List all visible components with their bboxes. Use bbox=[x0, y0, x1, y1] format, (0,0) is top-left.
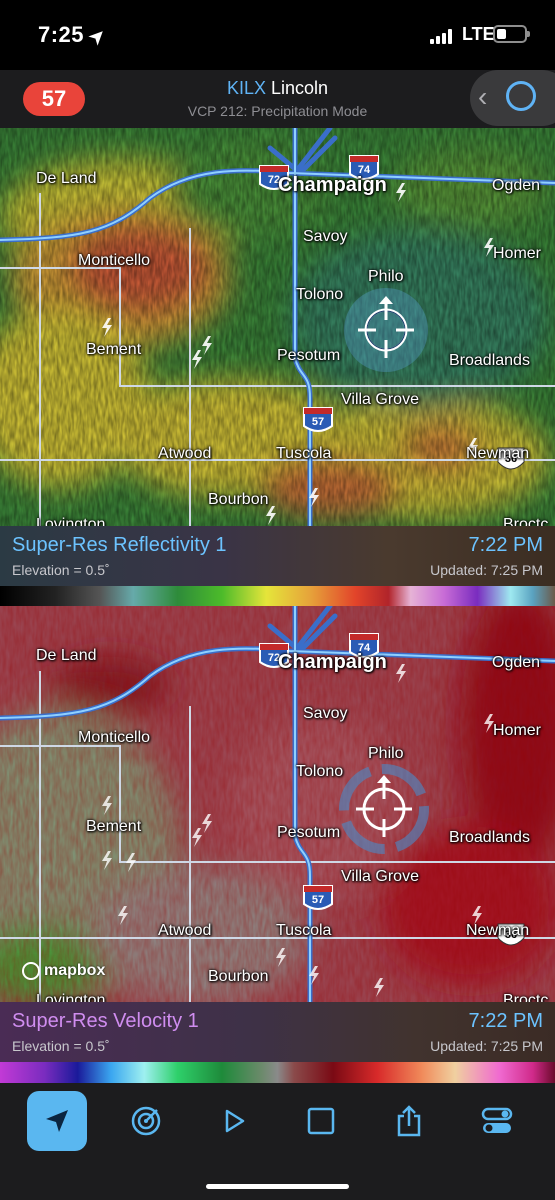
radar-header: 57 KILX Lincoln VCP 212: Precipitation M… bbox=[0, 70, 555, 128]
city-label: Savoy bbox=[303, 228, 348, 245]
chevron-left-icon[interactable]: ‹ bbox=[478, 81, 487, 113]
status-bar: 7:25➤ LTE bbox=[0, 0, 555, 70]
elevation-text: Elevation = 0.5˚ bbox=[12, 562, 110, 578]
home-indicator[interactable] bbox=[206, 1184, 349, 1189]
city-label: Tolono bbox=[296, 763, 344, 780]
city-label: Champaign bbox=[278, 174, 387, 196]
reflectivity-color-scale bbox=[0, 586, 555, 606]
city-label: Bourbon bbox=[208, 968, 269, 985]
scan-time: 7:22 PM bbox=[468, 534, 543, 556]
location-arrow-icon: ➤ bbox=[84, 23, 111, 49]
city-label: Atwood bbox=[158, 445, 212, 462]
square-icon bbox=[307, 1107, 335, 1135]
station-name: Lincoln bbox=[271, 78, 329, 98]
city-label: Broctc bbox=[503, 516, 549, 526]
city-label: Broadlands bbox=[449, 829, 530, 846]
share-icon bbox=[397, 1105, 421, 1137]
city-label: De Land bbox=[36, 647, 97, 664]
city-label: Pesotum bbox=[277, 347, 341, 364]
bottom-toolbar bbox=[0, 1083, 555, 1200]
city-label: Ogden bbox=[492, 654, 541, 671]
station-code: KILX bbox=[226, 78, 266, 98]
updated-text: Updated: 7:25 PM bbox=[430, 562, 543, 578]
city-label: Philo bbox=[368, 745, 404, 762]
city-label: Monticello bbox=[78, 252, 151, 269]
elevation-text: Elevation = 0.5˚ bbox=[12, 1038, 110, 1054]
battery-icon bbox=[493, 25, 530, 43]
radar-site-marker[interactable] bbox=[344, 288, 428, 372]
play-button[interactable] bbox=[204, 1091, 264, 1151]
i57-text: 57 bbox=[312, 416, 324, 428]
city-label: Tuscola bbox=[276, 922, 332, 939]
network-type: LTE bbox=[462, 24, 495, 44]
velocity-color-scale bbox=[0, 1062, 555, 1083]
station-nav-pill[interactable]: ‹ bbox=[470, 70, 555, 126]
interstate-57-shield: 57 bbox=[303, 407, 333, 432]
radar-sweep-button[interactable] bbox=[116, 1091, 176, 1151]
i57-text: 57 bbox=[312, 894, 324, 906]
city-label: Tolono bbox=[296, 286, 344, 303]
city-label: Homer bbox=[493, 722, 542, 739]
radar-sweep-icon bbox=[131, 1106, 161, 1136]
mapbox-logo-icon bbox=[22, 962, 40, 980]
product-title[interactable]: Super-Res Reflectivity 1 bbox=[12, 534, 227, 557]
city-label: Lovington bbox=[36, 516, 106, 526]
mapbox-text: mapbox bbox=[44, 962, 106, 979]
status-time: 7:25➤ bbox=[38, 22, 110, 49]
city-label: Atwood bbox=[158, 922, 212, 939]
city-label: Newman bbox=[466, 922, 530, 939]
share-button[interactable] bbox=[379, 1091, 439, 1151]
product-title[interactable]: Super-Res Velocity 1 bbox=[12, 1010, 199, 1033]
play-icon bbox=[225, 1109, 245, 1133]
velocity-info-bar[interactable]: Super-Res Velocity 1 7:22 PM Elevation =… bbox=[0, 1002, 555, 1062]
city-label: De Land bbox=[36, 170, 97, 187]
city-label: Broctc bbox=[503, 992, 549, 1002]
updated-text: Updated: 7:25 PM bbox=[430, 1038, 543, 1054]
city-label: Monticello bbox=[78, 729, 151, 746]
reflectivity-info-bar[interactable]: Super-Res Reflectivity 1 7:22 PM Elevati… bbox=[0, 526, 555, 586]
scan-time: 7:22 PM bbox=[468, 1010, 543, 1032]
city-label: Champaign bbox=[278, 651, 387, 673]
city-label: Broadlands bbox=[449, 352, 530, 369]
city-label: Pesotum bbox=[277, 824, 341, 841]
clock-text: 7:25 bbox=[38, 22, 85, 47]
city-label: Lovington bbox=[36, 992, 106, 1002]
city-label: Savoy bbox=[303, 705, 348, 722]
mapbox-attribution[interactable]: mapbox bbox=[22, 962, 105, 980]
city-label: Newman bbox=[466, 445, 530, 462]
velocity-map[interactable]: 72 74 57 36 De Land Champaign Ogden Savo… bbox=[0, 606, 555, 1002]
toggles-icon bbox=[481, 1107, 513, 1133]
city-label: Ogden bbox=[492, 177, 541, 194]
station-select-icon[interactable] bbox=[506, 81, 536, 111]
city-label: Philo bbox=[368, 268, 404, 285]
signal-icon bbox=[430, 28, 456, 44]
city-label: Tuscola bbox=[276, 445, 332, 462]
layer-square-button[interactable] bbox=[291, 1091, 351, 1151]
city-label: Bement bbox=[86, 818, 142, 835]
location-arrow-icon bbox=[46, 1110, 68, 1132]
settings-toggle-button[interactable] bbox=[467, 1091, 527, 1151]
reflectivity-map[interactable]: 72 74 57 36 De Land Champaign Ogden Savo… bbox=[0, 128, 555, 526]
city-label: Villa Grove bbox=[341, 868, 419, 885]
interstate-57-shield: 57 bbox=[303, 885, 333, 910]
city-label: Homer bbox=[493, 245, 542, 262]
city-label: Villa Grove bbox=[341, 391, 419, 408]
city-label: Bement bbox=[86, 341, 142, 358]
city-label: Bourbon bbox=[208, 491, 269, 508]
location-button[interactable] bbox=[27, 1091, 87, 1151]
